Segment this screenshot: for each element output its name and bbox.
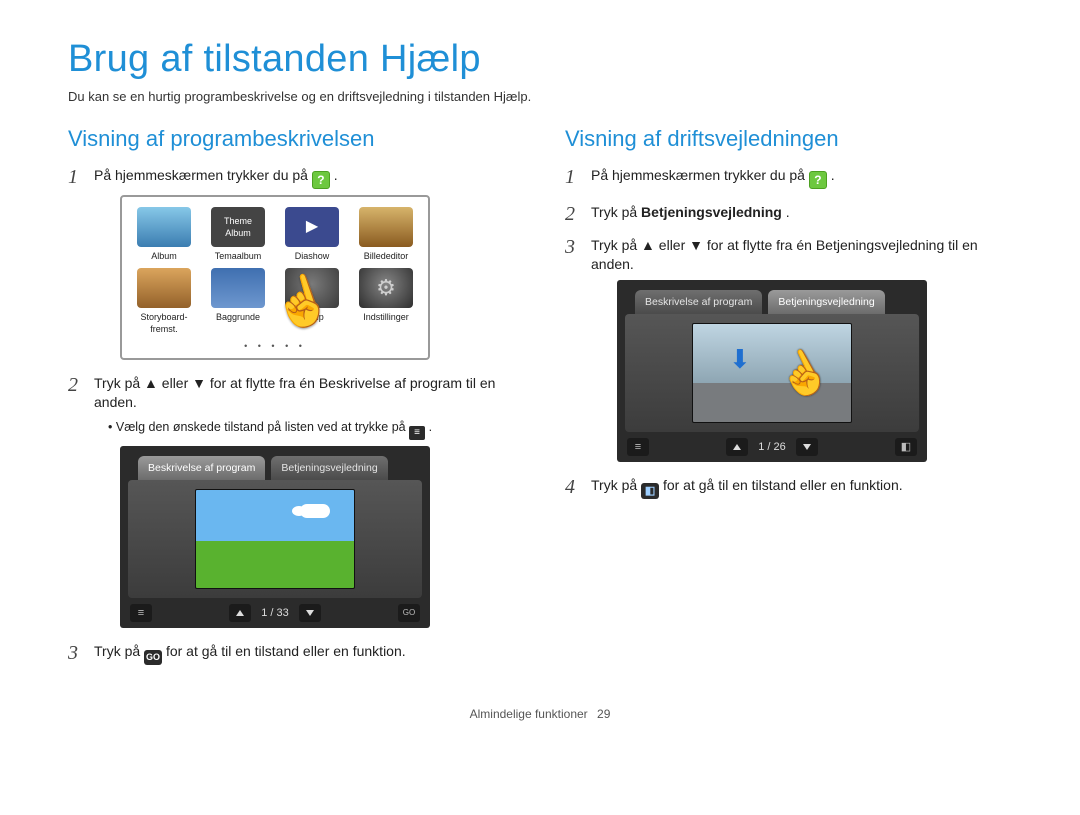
right-steps-list: 1 På hjemmeskærmen trykker du på ? . 2 T… [565,166,1012,499]
chevron-down-icon [803,444,811,450]
screen1-body [128,480,422,598]
right-step-1: 1 På hjemmeskærmen trykker du på ? . [565,166,1012,189]
app-label: Storyboard-fremst. [140,312,187,334]
tab-beskrivelse[interactable]: Beskrivelse af program [635,290,762,314]
screen1-preview-image [195,489,355,589]
footer-section-name: Almindelige funktioner [470,707,588,721]
app-icon-hjaelp[interactable]: Hjælp [280,268,344,335]
go-icon: GO [144,650,162,664]
screen1-nav: 1 / 33 [229,604,321,622]
app-icon-indstillinger[interactable]: Indstillinger [354,268,418,335]
left-step-2-sub: Vælg den ønskede tilstand på listen ved … [94,419,515,440]
down-arrow-icon: ⬇ [729,342,751,377]
page-dots: • • • • • [132,340,418,352]
page-title: Brug af tilstanden Hjælp [68,38,1012,81]
left-step-3-b: for at gå til en tilstand eller en funkt… [166,643,406,659]
chevron-down-icon [306,610,314,616]
left-step-3-a: Tryk på [94,643,144,659]
home-menu-screenshot: Album ThemeAlbumTemaalbum Diashow Billed… [120,195,430,360]
screen2-illustration: ⬇ ☝ [692,323,852,423]
app-icon-album[interactable]: Album [132,207,196,262]
go-icon: GO [403,608,415,619]
nav-down-button[interactable] [299,604,321,622]
list-icon: ≡ [635,440,641,455]
help-icon: ? [312,171,330,189]
left-step-2: 2 Tryk på ▲ eller ▼ for at flytte fra én… [68,374,515,629]
left-step-3: 3 Tryk på GO for at gå til en tilstand e… [68,642,515,664]
nav-down-button[interactable] [796,438,818,456]
two-column-layout: Visning af programbeskrivelsen 1 På hjem… [68,126,1012,679]
left-step-1-text-a: På hjemmeskærmen trykker du på [94,167,312,183]
right-column: Visning af driftsvejledningen 1 På hjemm… [565,126,1012,679]
footer-page-number: 29 [597,707,610,721]
app-icon-billededitor[interactable]: Billededitor [354,207,418,262]
list-icon: ≡ [138,606,144,621]
right-section-heading: Visning af driftsvejledningen [565,126,1012,152]
right-step-4-b: for at gå til en tilstand eller en funkt… [663,477,903,493]
list-button[interactable]: ≡ [627,438,649,456]
camera-go-icon: ◧ [901,440,911,455]
screen2-footer: ≡ 1 / 26 ◧ [617,432,927,462]
list-icon: ≡ [409,426,425,440]
right-step-2-b: . [786,204,790,220]
home-menu-grid: Album ThemeAlbumTemaalbum Diashow Billed… [132,207,418,335]
go-button[interactable]: GO [398,604,420,622]
app-label: Diashow [295,251,330,261]
right-step-4-a: Tryk på [591,477,641,493]
app-label: Temaalbum [215,251,262,261]
right-step-2-bold: Betjeningsvejledning [641,204,782,220]
right-step-2: 2 Tryk på Betjeningsvejledning . [565,203,1012,222]
app-label: Indstillinger [363,312,409,322]
screen2-tabs: Beskrivelse af program Betjeningsvejledn… [617,280,927,314]
app-label: Hjælp [300,312,324,322]
chevron-up-icon [236,610,244,616]
app-icon-storyboard[interactable]: Storyboard-fremst. [132,268,196,335]
nav-up-button[interactable] [726,438,748,456]
list-button[interactable]: ≡ [130,604,152,622]
operating-guide-screenshot: Beskrivelse af program Betjeningsvejledn… [617,280,927,462]
screen1-counter: 1 / 33 [261,606,289,621]
screen2-counter: 1 / 26 [758,440,786,455]
app-label: Billededitor [364,251,409,261]
app-label: Album [151,251,177,261]
screen2-nav: 1 / 26 [726,438,818,456]
left-section-heading: Visning af programbeskrivelsen [68,126,515,152]
right-step-3: 3 Tryk på ▲ eller ▼ for at flytte fra én… [565,236,1012,462]
right-step-4: 4 Tryk på ◧ for at gå til en tilstand el… [565,476,1012,499]
tab-beskrivelse[interactable]: Beskrivelse af program [138,456,265,480]
left-steps-list: 1 På hjemmeskærmen trykker du på ? . Alb… [68,166,515,665]
program-description-screenshot: Beskrivelse af program Betjeningsvejledn… [120,446,430,628]
app-icon-temaalbum[interactable]: ThemeAlbumTemaalbum [206,207,270,262]
screen1-footer: ≡ 1 / 33 GO [120,598,430,628]
left-step-1-text-b: . [334,167,338,183]
tab-betjening[interactable]: Betjeningsvejledning [271,456,387,480]
right-step-3-text: Tryk på ▲ eller ▼ for at flytte fra én B… [591,237,978,272]
camera-go-button[interactable]: ◧ [895,438,917,456]
tab-betjening[interactable]: Betjeningsvejledning [768,290,884,314]
camera-go-icon: ◧ [641,483,659,499]
page-footer: Almindelige funktioner 29 [68,707,1012,721]
nav-up-button[interactable] [229,604,251,622]
manual-page: Brug af tilstanden Hjælp Du kan se en hu… [0,0,1080,745]
right-step-2-a: Tryk på [591,204,641,220]
chevron-up-icon [733,444,741,450]
left-step-2-text: Tryk på ▲ eller ▼ for at flytte fra én B… [94,375,495,410]
app-icon-baggrunde[interactable]: Baggrunde [206,268,270,335]
left-step-1: 1 På hjemmeskærmen trykker du på ? . Alb… [68,166,515,360]
help-icon: ? [809,171,827,189]
page-intro: Du kan se en hurtig programbeskrivelse o… [68,89,1012,104]
screen2-body: ⬇ ☝ [625,314,919,432]
app-label: Baggrunde [216,312,260,322]
app-icon-diashow[interactable]: Diashow [280,207,344,262]
right-step-1-a: På hjemmeskærmen trykker du på [591,167,809,183]
left-column: Visning af programbeskrivelsen 1 På hjem… [68,126,515,679]
right-step-1-b: . [831,167,835,183]
hand-swipe-icon: ☝ [766,337,839,412]
screen1-tabs: Beskrivelse af program Betjeningsvejledn… [120,446,430,480]
